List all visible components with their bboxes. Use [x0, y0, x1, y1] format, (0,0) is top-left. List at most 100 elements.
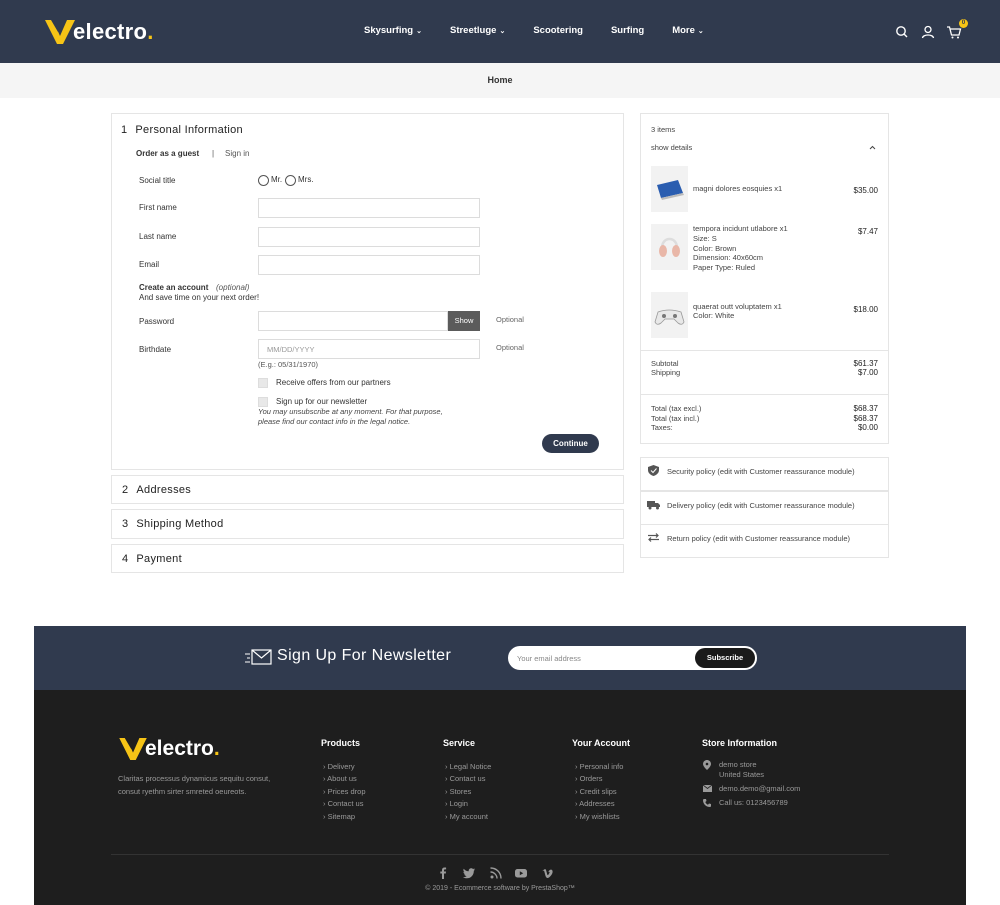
tab-separator: |: [212, 149, 215, 158]
birthdate-label: Birthdate: [139, 345, 172, 354]
footer-link[interactable]: › Prices drop: [323, 787, 366, 796]
footer-link[interactable]: › Credit slips: [575, 787, 617, 796]
footer-link[interactable]: › Legal Notice: [445, 762, 491, 771]
footer-link-text: Contact us: [327, 799, 364, 808]
tablet-image: [657, 180, 684, 200]
footer-divider: [111, 854, 889, 855]
footer-brand-logo[interactable]: electro.: [119, 737, 220, 761]
footer-link[interactable]: › Addresses: [575, 799, 615, 808]
product-thumbnail-headphones[interactable]: [651, 224, 688, 270]
cart-item-attr: Dimension: 40x60cm: [693, 253, 764, 262]
brand-name: electro: [73, 19, 148, 44]
cart-item-price: $18.00: [853, 305, 878, 314]
footer-link-text: Delivery: [327, 762, 355, 771]
tab-sign-in[interactable]: Sign in: [225, 149, 249, 158]
first-name-field[interactable]: [258, 198, 480, 218]
birthdate-placeholder: MM/DD/YYYY: [267, 345, 315, 354]
password-field[interactable]: [258, 311, 448, 331]
checkout-step-shipping-method[interactable]: 3 Shipping Method: [111, 509, 624, 539]
vimeo-icon[interactable]: [542, 867, 554, 879]
birthdate-field[interactable]: MM/DD/YYYY: [258, 339, 480, 359]
tab-order-as-guest[interactable]: Order as a guest: [136, 149, 199, 158]
footer-link[interactable]: › My wishlists: [575, 812, 620, 821]
subscribe-button[interactable]: Subscribe: [695, 648, 755, 668]
chevron-down-icon: ⌄: [697, 27, 704, 35]
footer-link[interactable]: › Personal info: [575, 762, 623, 771]
user-icon[interactable]: [920, 24, 936, 40]
show-details-link[interactable]: show details: [651, 143, 692, 152]
search-icon[interactable]: [894, 24, 910, 40]
twitter-icon[interactable]: [463, 867, 475, 879]
facebook-icon[interactable]: [437, 867, 449, 879]
footer-link-text: My wishlists: [579, 812, 620, 821]
show-password-button[interactable]: Show: [448, 311, 480, 331]
footer-link[interactable]: › My account: [445, 812, 488, 821]
footer-link[interactable]: › Stores: [445, 787, 471, 796]
step-number: 4: [122, 553, 129, 565]
email-label: Email: [139, 260, 160, 269]
rss-icon[interactable]: [490, 867, 502, 879]
checkout-step-payment[interactable]: 4 Payment: [111, 544, 624, 573]
continue-button[interactable]: Continue: [542, 434, 599, 453]
cart-item-name[interactable]: quaerat outt voluptatem x1: [693, 302, 782, 311]
nav-item-skysurfing[interactable]: Skysurfing ⌄: [364, 25, 422, 36]
newsletter-note-line1: You may unsubscribe at any moment. For t…: [258, 407, 443, 416]
checkout-step-addresses[interactable]: 2 Addresses: [111, 475, 624, 504]
nav-item-scootering[interactable]: Scootering: [533, 25, 583, 36]
cart-item-name[interactable]: tempora incidunt utlabore x1: [693, 224, 788, 233]
chevron-up-icon[interactable]: [869, 145, 876, 150]
gamepad-image: [654, 309, 685, 325]
site-header: electro. Skysurfing ⌄ Streetluge ⌄ Scooter…: [0, 0, 1000, 63]
footer-link[interactable]: › Delivery: [323, 762, 355, 771]
footer-link[interactable]: › Orders: [575, 774, 603, 783]
cart-items-count: 3 items: [651, 125, 676, 134]
newsletter-title: Sign Up For Newsletter: [277, 647, 452, 664]
newsletter-checkbox[interactable]: [258, 397, 268, 407]
reassurance-delivery: Delivery policy (edit with Customer reas…: [640, 491, 889, 525]
newsletter-section: Sign Up For Newsletter Your email addres…: [34, 626, 966, 690]
footer-link[interactable]: › Contact us: [445, 774, 485, 783]
subtotal-label: Subtotal: [651, 359, 679, 368]
cart-count-badge: 0: [959, 19, 968, 28]
product-thumbnail-tablet[interactable]: [651, 166, 688, 212]
total-incl-value: $68.37: [853, 414, 878, 423]
phone-icon: [703, 799, 711, 807]
offers-checkbox[interactable]: [258, 378, 268, 388]
cart-item-attr: Color: White: [693, 311, 735, 320]
logo-v-mark: [119, 738, 147, 760]
store-phone[interactable]: Call us: 0123456789: [719, 798, 788, 807]
nav-label: Scootering: [533, 25, 583, 36]
cart-item-name[interactable]: magni dolores eosquies x1: [693, 184, 782, 193]
store-address-line1: demo store: [719, 760, 757, 769]
footer-service-title: Service: [443, 738, 476, 748]
radio-mrs[interactable]: [285, 175, 296, 186]
nav-item-surfing[interactable]: Surfing: [611, 25, 644, 36]
footer-link-text: About us: [327, 774, 357, 783]
nav-item-more[interactable]: More ⌄: [672, 25, 704, 36]
total-excl-label: Total (tax excl.): [651, 404, 702, 413]
last-name-field[interactable]: [258, 227, 480, 247]
radio-mr[interactable]: [258, 175, 269, 186]
site-footer: electro. Claritas processus dynamicus se…: [34, 690, 966, 905]
footer-link[interactable]: › Sitemap: [323, 812, 355, 821]
footer-link[interactable]: › About us: [323, 774, 357, 783]
step-title-personal-information[interactable]: 1 Personal Information: [121, 124, 243, 136]
step-number: 3: [122, 518, 129, 530]
reassurance-return: Return policy (edit with Customer reassu…: [640, 524, 889, 558]
footer-link-text: Stores: [449, 787, 472, 796]
save-time-text: And save time on your next order!: [139, 293, 260, 302]
paper-plane-icon: [245, 649, 272, 665]
footer-link[interactable]: › Login: [445, 799, 468, 808]
brand-logo[interactable]: electro.: [45, 19, 153, 45]
breadcrumb-home[interactable]: Home: [487, 75, 512, 85]
nav-item-streetluge[interactable]: Streetluge ⌄: [450, 25, 505, 36]
email-field[interactable]: [258, 255, 480, 275]
footer-link[interactable]: › Contact us: [323, 799, 363, 808]
youtube-icon[interactable]: [515, 867, 527, 879]
shipping-label: Shipping: [651, 368, 681, 377]
store-email-link[interactable]: demo.demo@gmail.com: [719, 784, 800, 793]
product-thumbnail-gamepad[interactable]: [651, 292, 688, 338]
footer-brand-dot: .: [213, 737, 220, 760]
cart-divider: [641, 394, 888, 395]
newsletter-email-input[interactable]: Your email address Subscribe: [508, 646, 757, 670]
